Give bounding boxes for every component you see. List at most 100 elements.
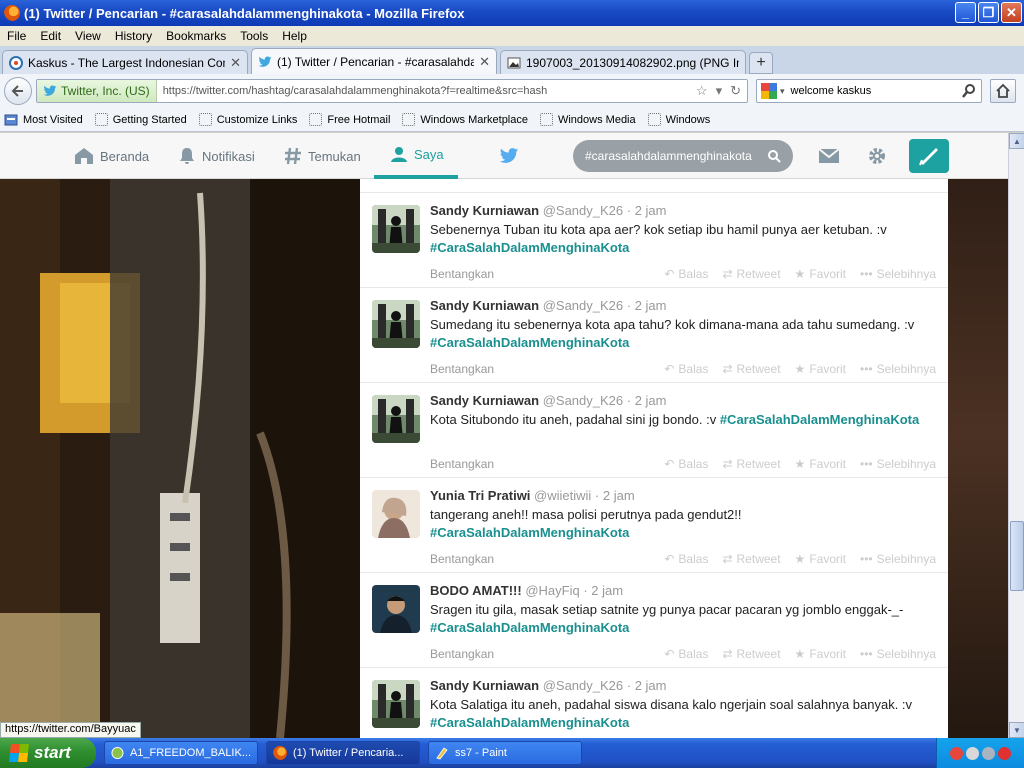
taskbar-item-freedom[interactable]: A1_FREEDOM_BALIK... [104, 741, 258, 765]
hashtag-link[interactable]: #CaraSalahDalamMenghinaKota [430, 715, 629, 730]
tray-icon-volume[interactable] [982, 746, 995, 760]
bookmark-getting-started[interactable]: Getting Started [94, 113, 187, 126]
avatar[interactable] [372, 680, 420, 728]
tweet[interactable]: Yunia Tri Pratiwi @wiietiwii · 2 jam tang… [360, 478, 948, 573]
menu-help[interactable]: Help [275, 29, 314, 43]
tweet-author-handle[interactable]: @HayFiq [525, 583, 579, 598]
reply-button[interactable]: ↶ Balas [664, 552, 708, 566]
favorite-button[interactable]: ★ Favorit [795, 552, 846, 566]
avatar[interactable] [372, 395, 420, 443]
expand-link[interactable]: Bentangkan [430, 552, 494, 566]
minimize-button[interactable]: _ [955, 2, 976, 23]
taskbar-item-paint[interactable]: ss7 - Paint [428, 741, 582, 765]
tweet-timestamp[interactable]: 2 jam [591, 583, 623, 598]
nav-discover[interactable]: Temukan [284, 133, 361, 179]
tray-icon-network[interactable] [966, 746, 979, 760]
menu-history[interactable]: History [108, 29, 159, 43]
tray-icon-security[interactable] [998, 746, 1011, 760]
more-button[interactable]: ••• Selebihnya [860, 552, 936, 566]
tweet-timestamp[interactable]: 2 jam [635, 298, 667, 313]
reply-button[interactable]: ↶ Balas [664, 267, 708, 281]
bookmark-customize-links[interactable]: Customize Links [198, 113, 297, 126]
tweet-author-name[interactable]: Sandy Kurniawan [430, 678, 539, 693]
expand-link[interactable]: Bentangkan [430, 457, 494, 471]
favorite-button[interactable]: ★ Favorit [795, 362, 846, 376]
retweet-button[interactable]: ⇄ Retweet [722, 647, 780, 661]
compose-tweet-button[interactable] [909, 139, 949, 173]
vertical-scrollbar[interactable]: ▲ ▼ [1008, 133, 1024, 738]
tweet-timestamp[interactable]: 2 jam [635, 393, 667, 408]
expand-link[interactable]: Bentangkan [430, 362, 494, 376]
taskbar-item-firefox[interactable]: (1) Twitter / Pencaria... [266, 741, 420, 765]
maximize-button[interactable]: ❐ [978, 2, 999, 23]
hashtag-link[interactable]: #CaraSalahDalamMenghinaKota [430, 240, 629, 255]
start-button[interactable]: start [0, 738, 96, 768]
favorite-button[interactable]: ★ Favorit [795, 267, 846, 281]
scroll-up-arrow-icon[interactable]: ▲ [1009, 133, 1024, 149]
reload-icon[interactable]: ↻ [730, 83, 741, 99]
tweet-author-name[interactable]: BODO AMAT!!! [430, 583, 522, 598]
bookmark-windows-media[interactable]: Windows Media [539, 113, 636, 126]
retweet-button[interactable]: ⇄ Retweet [722, 552, 780, 566]
tab-twitter[interactable]: (1) Twitter / Pencarian - #carasalahdala… [251, 48, 497, 74]
tweet-author-name[interactable]: Yunia Tri Pratiwi [430, 488, 530, 503]
reply-button[interactable]: ↶ Balas [664, 457, 708, 471]
menu-tools[interactable]: Tools [233, 29, 275, 43]
avatar[interactable] [372, 205, 420, 253]
retweet-button[interactable]: ⇄ Retweet [722, 457, 780, 471]
tweet[interactable]: Sandy Kurniawan @Sandy_K26 · 2 jam Kota S… [360, 383, 948, 478]
nav-me[interactable]: Saya [374, 133, 458, 179]
tweet-timestamp[interactable]: 2 jam [635, 678, 667, 693]
scroll-down-arrow-icon[interactable]: ▼ [1009, 722, 1024, 738]
site-identity-button[interactable]: Twitter, Inc. (US) [37, 80, 157, 102]
hashtag-link[interactable]: #CaraSalahDalamMenghinaKota [430, 620, 629, 635]
close-button[interactable]: ✕ [1001, 2, 1022, 23]
more-button[interactable]: ••• Selebihnya [860, 362, 936, 376]
search-icon[interactable] [961, 83, 977, 99]
tweet-author-handle[interactable]: @Sandy_K26 [543, 393, 623, 408]
nav-home[interactable]: Beranda [74, 133, 149, 179]
url-bar[interactable]: Twitter, Inc. (US) https://twitter.com/h… [36, 79, 748, 103]
menu-edit[interactable]: Edit [33, 29, 68, 43]
tab-kaskus[interactable]: Kaskus - The Largest Indonesian Commu...… [2, 50, 248, 74]
twitter-logo[interactable] [498, 133, 520, 179]
tab-close-icon[interactable]: ✕ [479, 54, 490, 70]
expand-link[interactable]: Bentangkan [430, 267, 494, 281]
bookmark-free-hotmail[interactable]: Free Hotmail [309, 113, 390, 126]
tweet-author-handle[interactable]: @Sandy_K26 [543, 298, 623, 313]
tweet[interactable]: Sandy Kurniawan @Sandy_K26 · 2 jam Kota S… [360, 668, 948, 738]
tab-png-image[interactable]: 1907003_20130914082902.png (PNG Im... [500, 50, 746, 74]
tweet-timestamp[interactable]: 2 jam [603, 488, 635, 503]
twitter-search-input[interactable]: #carasalahdalammenghinakota [573, 140, 793, 172]
avatar[interactable] [372, 585, 420, 633]
tweet-author-handle[interactable]: @Sandy_K26 [543, 203, 623, 218]
reply-button[interactable]: ↶ Balas [664, 362, 708, 376]
tweet[interactable]: Sandy Kurniawan @Sandy_K26 · 2 jam Sumeda… [360, 288, 948, 383]
retweet-button[interactable]: ⇄ Retweet [722, 362, 780, 376]
favorite-button[interactable]: ★ Favorit [795, 457, 846, 471]
bookmark-windows-marketplace[interactable]: Windows Marketplace [402, 113, 528, 126]
settings-button[interactable] [866, 133, 888, 179]
messages-button[interactable] [818, 133, 840, 179]
more-button[interactable]: ••• Selebihnya [860, 267, 936, 281]
tab-close-icon[interactable]: ✕ [230, 55, 241, 71]
tweet[interactable]: BODO AMAT!!! @HayFiq · 2 jam Sragen itu g… [360, 573, 948, 668]
expand-link[interactable]: Bentangkan [430, 647, 494, 661]
tweet[interactable]: Sandy Kurniawan @Sandy_K26 · 2 jam Sebene… [360, 193, 948, 288]
new-tab-button[interactable]: + [749, 52, 773, 74]
google-icon[interactable] [761, 83, 777, 99]
home-button[interactable] [990, 79, 1016, 103]
back-button[interactable] [4, 77, 32, 105]
hashtag-link[interactable]: #CaraSalahDalamMenghinaKota [430, 335, 629, 350]
search-input[interactable]: welcome kaskus [785, 85, 961, 97]
url-text[interactable]: https://twitter.com/hashtag/carasalahdal… [157, 85, 696, 97]
retweet-button[interactable]: ⇄ Retweet [722, 267, 780, 281]
dropdown-arrow-icon[interactable]: ▾ [716, 83, 723, 99]
window-title-bar[interactable]: (1) Twitter / Pencarian - #carasalahdala… [0, 0, 1024, 26]
hashtag-link[interactable]: #CaraSalahDalamMenghinaKota [720, 412, 919, 427]
twitter-search-text[interactable]: #carasalahdalammenghinakota [585, 149, 767, 163]
avatar[interactable] [372, 300, 420, 348]
menu-file[interactable]: File [0, 29, 33, 43]
tweet-author-name[interactable]: Sandy Kurniawan [430, 298, 539, 313]
tweet-author-handle[interactable]: @wiietiwii [534, 488, 591, 503]
